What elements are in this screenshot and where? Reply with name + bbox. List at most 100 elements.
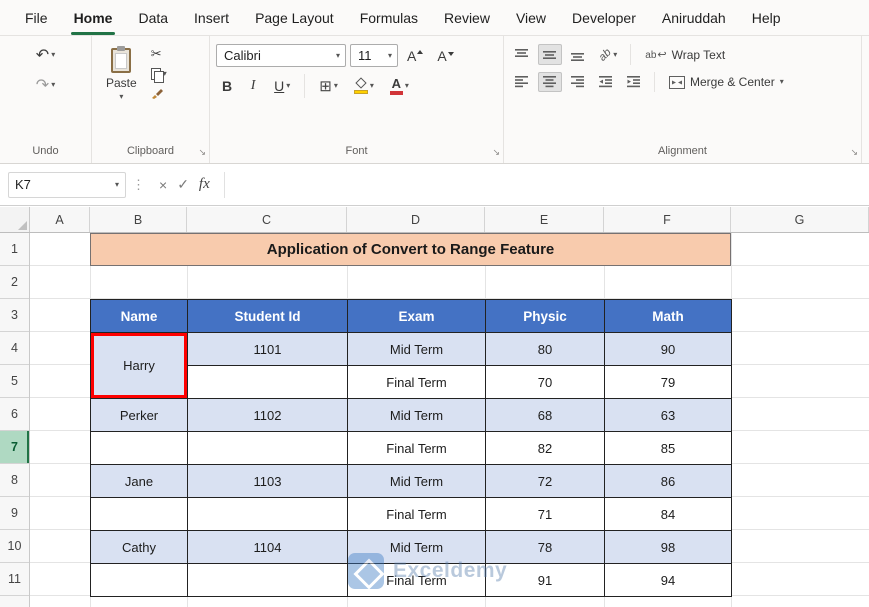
tab-view[interactable]: View	[503, 0, 559, 35]
cell-b11[interactable]	[90, 563, 188, 597]
header-student-id[interactable]: Student Id	[187, 299, 348, 333]
cell-d8[interactable]: Mid Term	[347, 464, 486, 498]
col-header-g[interactable]: G	[731, 207, 869, 232]
cancel-button[interactable]: ×	[159, 177, 167, 193]
enter-button[interactable]: ✓	[177, 176, 189, 193]
row-header-8[interactable]: 8	[0, 464, 29, 497]
increase-font-size-button[interactable]: A	[402, 46, 428, 66]
row-header-5[interactable]: 5	[0, 365, 29, 398]
cell-e5[interactable]: 70	[485, 365, 605, 399]
orientation-button[interactable]: ab ▾	[594, 45, 622, 65]
select-all-corner[interactable]	[0, 207, 30, 232]
cell-f8[interactable]: 86	[604, 464, 732, 498]
undo-button[interactable]: ↶ ▾	[32, 44, 59, 66]
row-header-1[interactable]: 1	[0, 233, 29, 266]
cell-b7[interactable]	[90, 431, 188, 465]
align-right-button[interactable]	[566, 72, 590, 92]
align-top-button[interactable]	[510, 44, 534, 65]
col-header-e[interactable]: E	[485, 207, 604, 232]
cell-d5[interactable]: Final Term	[347, 365, 486, 399]
tab-aniruddah[interactable]: Aniruddah	[649, 0, 739, 35]
row-header-3[interactable]: 3	[0, 299, 29, 332]
cell-c8[interactable]: 1103	[187, 464, 348, 498]
row-header-10[interactable]: 10	[0, 530, 29, 563]
cell-e9[interactable]: 71	[485, 497, 605, 531]
header-physic[interactable]: Physic	[485, 299, 605, 333]
font-size-select[interactable]: 11 ▾	[350, 44, 398, 67]
col-header-a[interactable]: A	[30, 207, 90, 232]
tab-page-layout[interactable]: Page Layout	[242, 0, 347, 35]
cell-e8[interactable]: 72	[485, 464, 605, 498]
bold-button[interactable]: B	[216, 75, 238, 97]
cell-d4[interactable]: Mid Term	[347, 332, 486, 366]
name-box-resizer[interactable]: ⋮	[132, 177, 145, 193]
paste-button[interactable]: Paste ▾	[98, 44, 145, 105]
tab-formulas[interactable]: Formulas	[347, 0, 431, 35]
cell-e10[interactable]: 78	[485, 530, 605, 564]
redo-button[interactable]: ↷ ▾	[32, 74, 59, 96]
cell-f11[interactable]: 94	[604, 563, 732, 597]
cell-d7[interactable]: Final Term	[347, 431, 486, 465]
tab-review[interactable]: Review	[431, 0, 503, 35]
font-family-select[interactable]: Calibri ▾	[216, 44, 346, 67]
cell-b8[interactable]: Jane	[90, 464, 188, 498]
decrease-indent-button[interactable]	[594, 72, 618, 92]
cell-c4[interactable]: 1101	[187, 332, 348, 366]
cell-c7[interactable]	[187, 431, 348, 465]
col-header-b[interactable]: B	[90, 207, 187, 232]
italic-button[interactable]: I	[242, 75, 264, 97]
row-header-11[interactable]: 11	[0, 563, 29, 596]
cell-c9[interactable]	[187, 497, 348, 531]
cell-b9[interactable]	[90, 497, 188, 531]
row-header-9[interactable]: 9	[0, 497, 29, 530]
cell-e11[interactable]: 91	[485, 563, 605, 597]
tab-developer[interactable]: Developer	[559, 0, 649, 35]
increase-indent-button[interactable]	[622, 72, 646, 92]
cell-f7[interactable]: 85	[604, 431, 732, 465]
insert-function-button[interactable]: fx	[199, 176, 210, 193]
cell-d9[interactable]: Final Term	[347, 497, 486, 531]
align-left-button[interactable]	[510, 72, 534, 92]
cell-d6[interactable]: Mid Term	[347, 398, 486, 432]
tab-insert[interactable]: Insert	[181, 0, 242, 35]
font-color-button[interactable]: A ▾	[384, 74, 415, 98]
underline-button[interactable]: U ▾	[268, 75, 296, 97]
format-painter-button[interactable]	[151, 86, 167, 99]
clipboard-dialog-launcher[interactable]: ↘	[198, 147, 206, 158]
cell-c10[interactable]: 1104	[187, 530, 348, 564]
cut-button[interactable]: ✂	[151, 46, 167, 62]
cell-b6[interactable]: Perker	[90, 398, 188, 432]
row-header-7-selected[interactable]: 7	[0, 431, 29, 464]
cell-f9[interactable]: 84	[604, 497, 732, 531]
copy-button[interactable]: ▾	[150, 68, 167, 83]
cell-f10[interactable]: 98	[604, 530, 732, 564]
col-header-d[interactable]: D	[347, 207, 485, 232]
cell-e4[interactable]: 80	[485, 332, 605, 366]
cell-c11[interactable]	[187, 563, 348, 597]
row-header-2[interactable]: 2	[0, 266, 29, 299]
name-box[interactable]: K7 ▾	[8, 171, 126, 198]
cell-c5[interactable]	[187, 365, 348, 399]
cell-e7[interactable]: 82	[485, 431, 605, 465]
align-center-button[interactable]	[538, 72, 562, 92]
borders-button[interactable]: ⊞ ▾	[313, 76, 344, 97]
tab-help[interactable]: Help	[739, 0, 794, 35]
cell-d11[interactable]: Final Term	[347, 563, 486, 597]
cell-f5[interactable]: 79	[604, 365, 732, 399]
formula-input[interactable]	[224, 171, 869, 198]
cell-d10[interactable]: Mid Term	[347, 530, 486, 564]
tab-data[interactable]: Data	[125, 0, 181, 35]
decrease-font-size-button[interactable]: A	[432, 46, 458, 66]
tab-file[interactable]: File	[12, 0, 61, 35]
align-bottom-button[interactable]	[566, 44, 590, 65]
align-middle-button[interactable]	[538, 44, 562, 65]
col-header-c[interactable]: C	[187, 207, 347, 232]
fill-color-button[interactable]: ▾	[348, 75, 380, 97]
row-header-4[interactable]: 4	[0, 332, 29, 365]
header-exam[interactable]: Exam	[347, 299, 486, 333]
merge-center-button[interactable]: Merge & Center ▾	[663, 73, 790, 91]
wrap-text-button[interactable]: ab ↩ Wrap Text	[639, 46, 731, 64]
cell-c6[interactable]: 1102	[187, 398, 348, 432]
header-name[interactable]: Name	[90, 299, 188, 333]
font-dialog-launcher[interactable]: ↘	[492, 147, 500, 158]
